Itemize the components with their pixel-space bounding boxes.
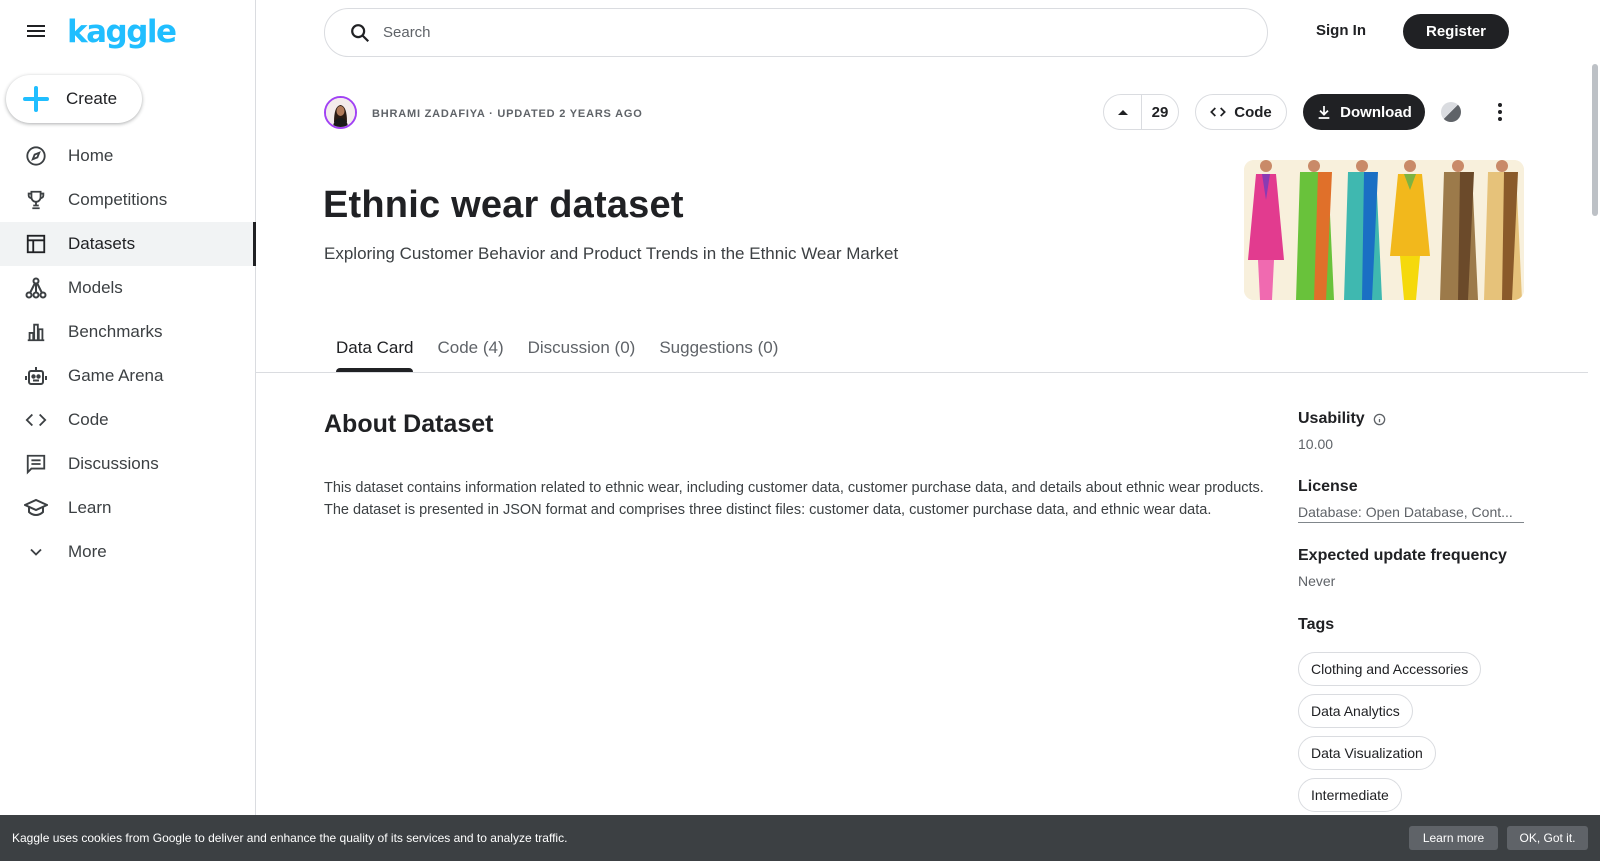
- create-label: Create: [66, 89, 118, 108]
- register-button[interactable]: Register: [1403, 14, 1509, 49]
- sidebar-item-discussions[interactable]: Discussions: [0, 442, 256, 486]
- sidebar-item-label: Learn: [68, 498, 112, 517]
- graduation-cap-icon: [24, 496, 48, 520]
- tab-code[interactable]: Code (4): [437, 330, 503, 372]
- tag-chip[interactable]: Intermediate: [1298, 778, 1402, 812]
- code-button[interactable]: Code: [1195, 94, 1287, 130]
- chevron-down-icon: [24, 540, 48, 564]
- sidebar-item-label: Models: [68, 278, 123, 297]
- cookie-banner-text: Kaggle uses cookies from Google to deliv…: [12, 831, 568, 845]
- sidebar-item-learn[interactable]: Learn: [0, 486, 256, 530]
- license-label: License: [1298, 478, 1358, 495]
- tag-chip[interactable]: Data Visualization: [1298, 736, 1436, 770]
- sidebar-item-label: Competitions: [68, 190, 168, 209]
- sidebar-item-benchmarks[interactable]: Benchmarks: [0, 310, 256, 354]
- sidebar-item-home[interactable]: Home: [0, 134, 256, 178]
- dataset-cover-image: [1244, 160, 1524, 300]
- dataset-tabs: Data Card Code (4) Discussion (0) Sugges…: [336, 330, 802, 372]
- kaggle-logo[interactable]: kaggle: [67, 14, 177, 50]
- download-button-label: Download: [1340, 103, 1412, 121]
- vote-widget: 29: [1103, 94, 1179, 130]
- bar-chart-icon: [24, 320, 48, 344]
- owner-update-line: BHRAMI ZADAFIYA · UPDATED 2 YEARS AGO: [372, 108, 643, 120]
- cookie-banner: Kaggle uses cookies from Google to deliv…: [0, 815, 1600, 861]
- tag-chip[interactable]: Data Analytics: [1298, 694, 1413, 728]
- theme-toggle-icon[interactable]: [1441, 102, 1461, 122]
- search-bar[interactable]: [324, 8, 1268, 57]
- sidebar-item-game-arena[interactable]: Game Arena: [0, 354, 256, 398]
- caret-up-icon: [1117, 110, 1128, 115]
- code-icon: [24, 408, 48, 432]
- code-icon: [1210, 107, 1227, 117]
- update-frequency-label: Expected update frequency: [1298, 547, 1507, 564]
- dataset-subtitle: Exploring Customer Behavior and Product …: [324, 244, 899, 263]
- tab-discussion[interactable]: Discussion (0): [528, 330, 636, 372]
- sidebar-item-label: More: [68, 542, 107, 561]
- more-options-icon[interactable]: [1490, 100, 1510, 124]
- tag-chip[interactable]: Clothing and Accessories: [1298, 652, 1482, 686]
- license-link[interactable]: Database: Open Database, Cont...: [1298, 504, 1524, 523]
- tags-label: Tags: [1298, 616, 1335, 633]
- avatar[interactable]: [324, 96, 357, 129]
- menu-icon[interactable]: [24, 22, 48, 42]
- sidebar-item-datasets[interactable]: Datasets: [0, 222, 256, 266]
- sidebar-item-label: Home: [68, 146, 114, 165]
- trophy-icon: [24, 188, 48, 212]
- sidebar-item-code[interactable]: Code: [0, 398, 256, 442]
- download-button[interactable]: Download: [1303, 94, 1425, 130]
- create-button[interactable]: Create: [6, 75, 142, 123]
- sidebar: kaggle Create Home Competitions Datasets: [0, 0, 256, 861]
- sidebar-nav: Home Competitions Datasets Models Benchm…: [0, 134, 256, 574]
- tabs-divider: [256, 372, 1588, 373]
- about-dataset-text: This dataset contains information relate…: [324, 480, 1264, 518]
- search-icon: [349, 22, 371, 44]
- plus-icon: [22, 85, 50, 113]
- vote-count: 29: [1151, 103, 1169, 121]
- table-icon: [24, 232, 48, 256]
- update-frequency-value: Never: [1298, 573, 1336, 589]
- sidebar-item-models[interactable]: Models: [0, 266, 256, 310]
- robot-icon: [24, 364, 48, 388]
- usability-value: 10.00: [1298, 436, 1334, 452]
- about-dataset-heading: About Dataset: [324, 410, 494, 438]
- download-icon: [1318, 106, 1330, 119]
- info-icon[interactable]: [1373, 413, 1386, 426]
- sidebar-item-competitions[interactable]: Competitions: [0, 178, 256, 222]
- sign-in-button[interactable]: Sign In: [1316, 22, 1366, 39]
- sidebar-item-label: Game Arena: [68, 366, 164, 385]
- search-input[interactable]: [383, 24, 1267, 41]
- upvote-button[interactable]: [1104, 95, 1142, 129]
- learn-more-button[interactable]: Learn more: [1409, 826, 1498, 850]
- dataset-title: Ethnic wear dataset: [323, 184, 684, 226]
- comment-icon: [24, 452, 48, 476]
- code-button-label: Code: [1234, 103, 1272, 121]
- sidebar-item-label: Discussions: [68, 454, 159, 473]
- page-scrollbar[interactable]: [1592, 64, 1598, 216]
- ok-got-it-button[interactable]: OK, Got it.: [1507, 826, 1588, 850]
- sidebar-item-label: Code: [68, 410, 109, 429]
- tab-suggestions[interactable]: Suggestions (0): [659, 330, 778, 372]
- sidebar-item-label: Datasets: [68, 234, 136, 253]
- sidebar-item-more[interactable]: More: [0, 530, 256, 574]
- sidebar-item-label: Benchmarks: [68, 322, 163, 341]
- tab-data-card[interactable]: Data Card: [336, 330, 414, 372]
- models-icon: [24, 276, 48, 300]
- compass-icon: [24, 144, 48, 168]
- usability-heading: Usability: [1298, 410, 1386, 428]
- usability-label: Usability: [1298, 410, 1365, 427]
